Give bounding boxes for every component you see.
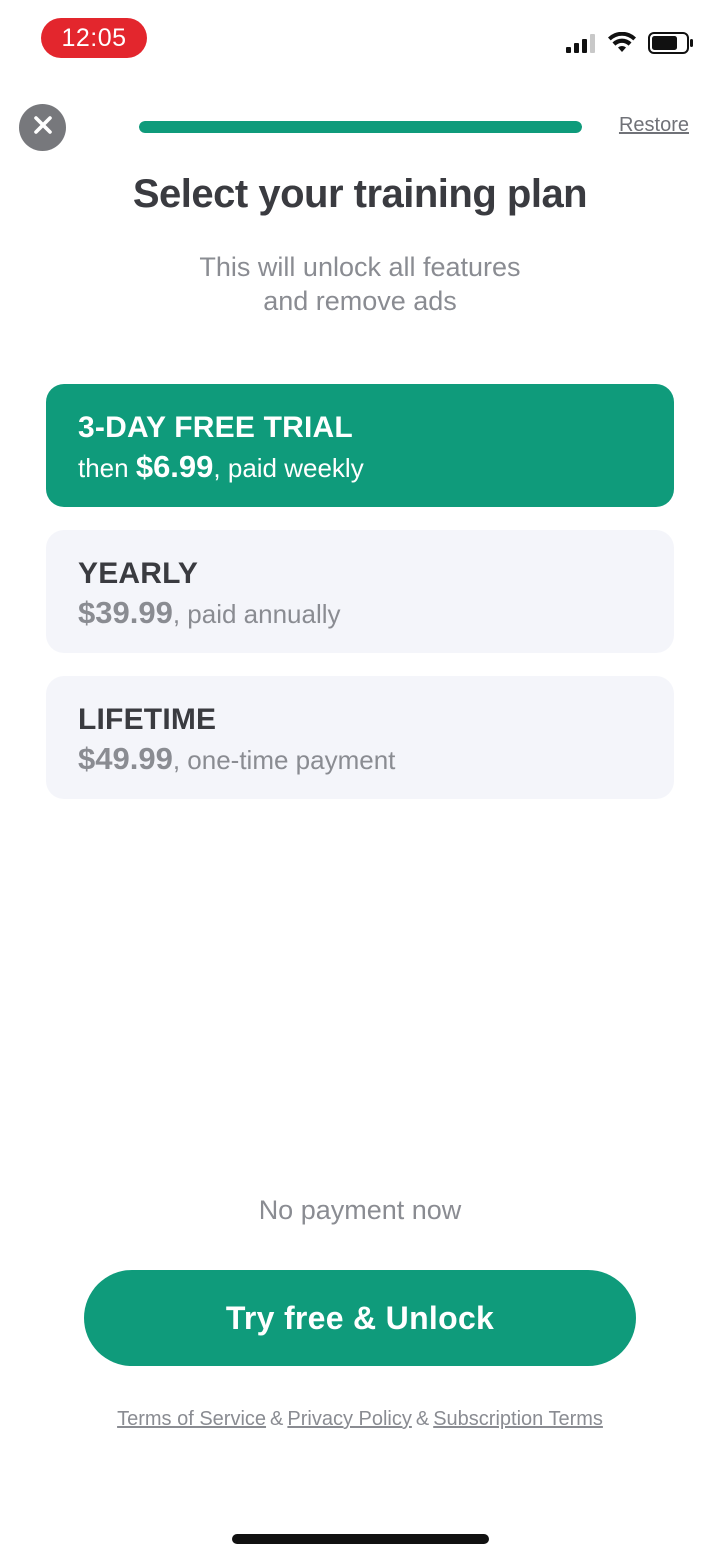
plan-billing: , paid weekly [213,453,364,483]
no-payment-note: No payment now [258,1195,462,1225]
plan-price: $39.99 [78,595,173,630]
subscription-terms-link[interactable]: Subscription Terms [433,1408,603,1430]
privacy-policy-link[interactable]: Privacy Policy [287,1408,411,1430]
subtitle-line-2: and remove ads [263,286,457,316]
progress-fill [139,121,582,133]
plan-detail: then $6.99, paid weekly [78,449,642,486]
plan-option-lifetime[interactable]: LIFETIME $49.99, one-time payment [46,676,674,799]
plan-price: $6.99 [135,449,214,484]
terms-of-service-link[interactable]: Terms of Service [117,1408,266,1430]
legal-separator: & [415,1408,430,1430]
paywall-screen: 12:05 Restore Select your training plan … [0,0,720,1560]
close-button[interactable] [19,104,66,151]
plan-detail: $39.99, paid annually [78,595,642,632]
plan-billing: , one-time payment [172,745,396,775]
cellular-signal-icon [566,33,596,58]
page-title: Select your training plan [132,172,588,216]
plan-option-trial[interactable]: 3-DAY FREE TRIAL then $6.99, paid weekly [46,384,674,507]
legal-links: Terms of Service & Privacy Policy & Subscrip… [0,1408,720,1431]
close-icon [33,115,53,140]
subtitle-line-1: This will unlock all features [199,252,521,282]
plan-name: 3-DAY FREE TRIAL [78,411,353,444]
status-time: 12:05 [41,18,147,58]
wifi-icon [608,31,636,59]
plan-detail: $49.99, one-time payment [78,741,642,778]
plan-price: $49.99 [78,741,173,776]
try-free-unlock-button[interactable]: Try free & Unlock [84,1270,636,1366]
plan-name: YEARLY [78,557,199,590]
restore-link[interactable]: Restore [619,114,689,137]
progress-bar [139,121,582,133]
page-subtitle: This will unlock all features and remove… [0,250,720,318]
plan-option-yearly[interactable]: YEARLY $39.99, paid annually [46,530,674,653]
legal-separator: & [270,1408,284,1430]
home-indicator [232,1534,489,1544]
status-icons [566,30,694,60]
battery-icon [648,31,694,59]
plan-name: LIFETIME [78,703,217,736]
plan-billing: , paid annually [172,599,341,629]
plan-price-prefix: then [78,453,136,483]
